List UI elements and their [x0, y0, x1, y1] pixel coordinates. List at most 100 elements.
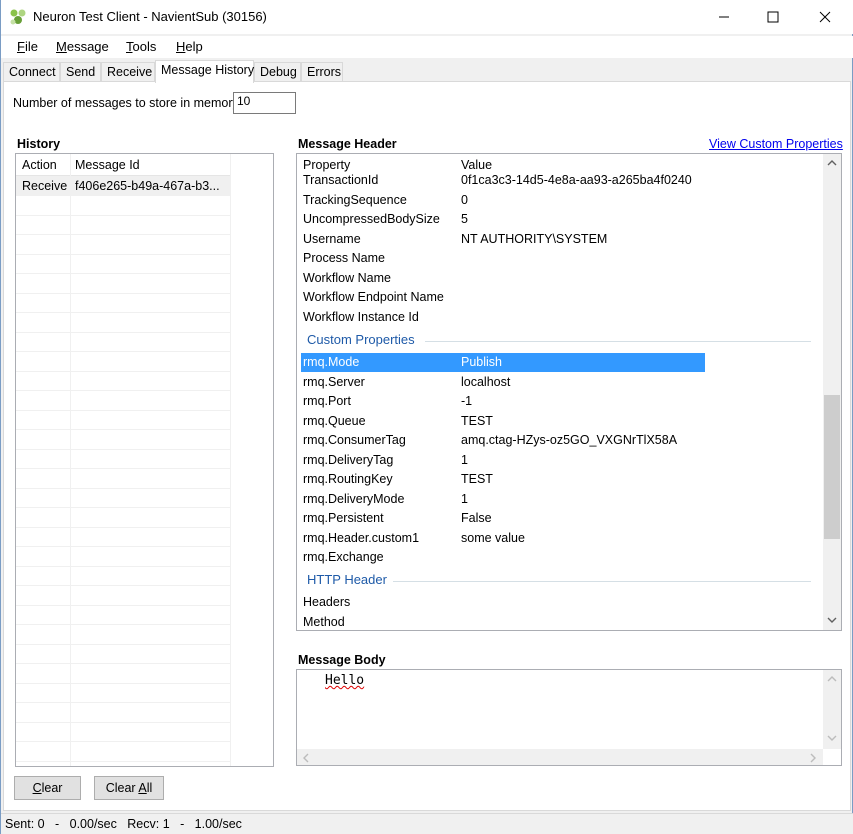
scroll-up-icon[interactable]: [827, 159, 837, 167]
scroll-up-icon[interactable]: [827, 675, 837, 683]
message-body-editor[interactable]: Hello: [296, 669, 842, 766]
grid-divider: [16, 683, 230, 684]
maximize-icon: [767, 11, 779, 23]
grid-divider: [16, 215, 230, 216]
grid-divider: [16, 761, 230, 762]
property-row[interactable]: Process Name: [301, 249, 705, 268]
section-divider: [393, 581, 811, 582]
http-header-heading[interactable]: HTTP Header: [307, 572, 387, 587]
scroll-right-icon[interactable]: [809, 753, 817, 763]
property-grid-scrollbar[interactable]: [823, 154, 841, 630]
property-row-selected[interactable]: rmq.Mode Publish: [301, 353, 705, 372]
grid-divider: [16, 429, 230, 430]
window-title: Neuron Test Client - NavientSub (30156): [33, 9, 267, 24]
store-label: Number of messages to store in memory: [13, 96, 239, 110]
grid-divider: [16, 605, 230, 606]
grid-divider: [16, 546, 230, 547]
property-row[interactable]: rmq.DeliveryMode 1: [301, 490, 705, 509]
history-col-action[interactable]: Action: [22, 158, 57, 172]
grid-divider: [16, 234, 230, 235]
property-row[interactable]: Username NT AUTHORITY\SYSTEM: [301, 230, 705, 249]
property-row[interactable]: rmq.ConsumerTag amq.ctag-HZys-oz5GO_VXGNr…: [301, 431, 705, 450]
grid-divider: [16, 254, 230, 255]
scroll-thumb[interactable]: [824, 395, 840, 539]
grid-divider: [16, 293, 230, 294]
scroll-left-icon[interactable]: [302, 753, 310, 763]
table-row[interactable]: Receive f406e265-b49a-467a-b3...: [16, 176, 230, 196]
grid-divider: [16, 332, 230, 333]
tab-send[interactable]: Send: [60, 62, 101, 82]
property-row[interactable]: Workflow Name: [301, 269, 705, 288]
grid-divider: [16, 527, 230, 528]
store-count-input[interactable]: 10: [233, 92, 296, 114]
tab-message-history[interactable]: Message History: [155, 60, 254, 83]
section-divider: [425, 341, 811, 342]
grid-divider: [16, 449, 230, 450]
message-body-text[interactable]: Hello: [325, 673, 364, 688]
menu-message[interactable]: Message: [56, 39, 109, 54]
property-grid[interactable]: Property Value TransactionId 0f1ca3c3-14d…: [296, 153, 842, 631]
property-row[interactable]: rmq.Header.custom1 some value: [301, 529, 705, 548]
grid-divider: [70, 154, 71, 766]
property-row[interactable]: rmq.RoutingKey TEST: [301, 470, 705, 489]
close-button[interactable]: [802, 0, 848, 34]
tab-errors[interactable]: Errors: [301, 62, 343, 82]
maximize-button[interactable]: [750, 0, 796, 34]
body-horizontal-scrollbar[interactable]: [297, 749, 823, 765]
menu-tools[interactable]: Tools: [126, 39, 156, 54]
clear-button[interactable]: Clear: [14, 776, 81, 800]
menu-bar: File Message Tools Help: [1, 36, 853, 58]
neuron-app-icon: [10, 9, 26, 25]
grid-divider: [16, 624, 230, 625]
grid-divider: [16, 702, 230, 703]
close-icon: [819, 11, 831, 23]
property-row[interactable]: TransactionId 0f1ca3c3-14d5-4e8a-aa93-a26…: [301, 171, 705, 190]
custom-properties-heading[interactable]: Custom Properties: [307, 332, 415, 347]
property-row[interactable]: rmq.Server localhost: [301, 373, 705, 392]
grid-divider: [16, 644, 230, 645]
scroll-down-icon[interactable]: [827, 734, 837, 742]
property-col-value: Value: [461, 158, 493, 172]
clear-all-button[interactable]: Clear All: [94, 776, 164, 800]
history-col-message-id[interactable]: Message Id: [75, 158, 140, 172]
grid-divider: [16, 722, 230, 723]
property-row[interactable]: Workflow Endpoint Name: [301, 288, 705, 307]
grid-divider: [16, 410, 230, 411]
grid-divider: [16, 312, 230, 313]
tab-debug[interactable]: Debug: [254, 62, 301, 82]
message-body-title: Message Body: [298, 653, 386, 667]
scroll-down-icon[interactable]: [827, 616, 837, 624]
property-row[interactable]: rmq.Port -1: [301, 392, 705, 411]
property-row[interactable]: TrackingSequence 0: [301, 191, 705, 210]
minimize-button[interactable]: [701, 0, 747, 34]
grid-divider: [16, 273, 230, 274]
property-row[interactable]: rmq.DeliveryTag 1: [301, 451, 705, 470]
property-row[interactable]: rmq.Exchange: [301, 548, 705, 567]
grid-divider: [16, 351, 230, 352]
grid-divider: [16, 371, 230, 372]
property-row[interactable]: Method: [301, 613, 705, 630]
status-bar: Sent: 0 - 0.00/sec Recv: 1 - 1.00/sec: [1, 813, 853, 834]
tab-connect[interactable]: Connect: [3, 62, 60, 82]
history-grid[interactable]: Action Message Id Receive f406e265-b49a-…: [15, 153, 274, 767]
view-custom-properties-link[interactable]: View Custom Properties: [709, 137, 843, 151]
property-row[interactable]: rmq.Persistent False: [301, 509, 705, 528]
grid-divider: [16, 566, 230, 567]
status-text: Sent: 0 - 0.00/sec Recv: 1 - 1.00/sec: [5, 817, 242, 831]
body-vertical-scrollbar[interactable]: [823, 670, 841, 749]
editor-gutter: [297, 670, 313, 749]
grid-divider: [16, 390, 230, 391]
property-row[interactable]: rmq.Queue TEST: [301, 412, 705, 431]
property-row[interactable]: Workflow Instance Id: [301, 308, 705, 327]
menu-file[interactable]: File: [17, 39, 38, 54]
tab-receive[interactable]: Receive: [101, 62, 155, 82]
grid-divider: [16, 663, 230, 664]
grid-divider: [16, 741, 230, 742]
property-row[interactable]: Headers: [301, 593, 705, 612]
history-row-message-id: f406e265-b49a-467a-b3...: [75, 179, 220, 193]
history-row-action: Receive: [22, 179, 68, 193]
grid-divider: [16, 488, 230, 489]
property-row[interactable]: UncompressedBodySize 5: [301, 210, 705, 229]
tab-strip: Connect Send Receive Message History Deb…: [1, 60, 853, 83]
menu-help[interactable]: Help: [176, 39, 203, 54]
